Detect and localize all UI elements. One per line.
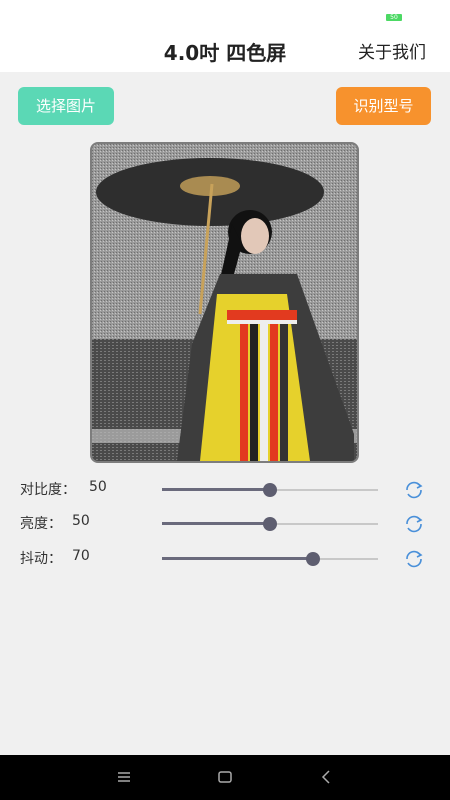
dither-value: 70: [72, 548, 90, 564]
brightness-value: 50: [72, 513, 90, 529]
image-preview: [90, 142, 359, 463]
recognize-model-button[interactable]: 识别型号: [336, 87, 431, 125]
home-square-icon[interactable]: [215, 767, 235, 787]
select-image-button[interactable]: 选择图片: [18, 87, 114, 125]
reset-dither-icon[interactable]: [403, 549, 425, 569]
dither-slider-row: 抖动： 70: [0, 543, 450, 573]
app-header: 4.0吋 四色屏 关于我们: [0, 28, 450, 72]
contrast-slider-thumb[interactable]: [263, 483, 277, 497]
reset-brightness-icon[interactable]: [403, 514, 425, 534]
brightness-label: 亮度：: [20, 516, 62, 532]
system-nav-bar: [0, 755, 450, 800]
reset-contrast-icon[interactable]: [403, 480, 425, 500]
contrast-label: 对比度：: [20, 482, 76, 498]
brightness-slider-row: 亮度： 50: [0, 508, 450, 538]
battery-icon: 50: [386, 14, 402, 21]
back-icon[interactable]: [316, 767, 336, 787]
menu-icon[interactable]: [114, 767, 134, 787]
status-bar: 50: [0, 0, 450, 28]
brightness-slider-thumb[interactable]: [263, 517, 277, 531]
contrast-slider-row: 对比度： 50: [0, 474, 450, 504]
contrast-value: 50: [89, 479, 107, 495]
contrast-track-fill: [162, 488, 270, 491]
dither-slider-thumb[interactable]: [306, 552, 320, 566]
dither-label: 抖动：: [20, 551, 62, 567]
dither-track-fill: [162, 557, 313, 560]
dithered-photo: [92, 144, 357, 461]
about-us-link[interactable]: 关于我们: [358, 38, 426, 63]
brightness-track-fill: [162, 522, 270, 525]
